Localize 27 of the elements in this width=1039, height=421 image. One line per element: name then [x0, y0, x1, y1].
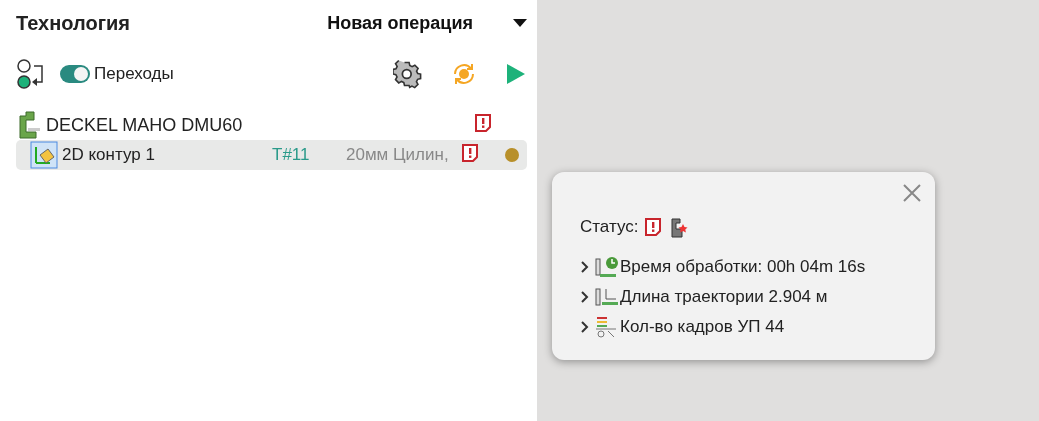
clock-chart-icon — [594, 256, 620, 278]
caret-icon — [513, 19, 527, 27]
stat-text: Длина траектории 2.904 м — [620, 287, 828, 307]
tool-description: 20мм Цилин, — [346, 145, 449, 165]
operation-row[interactable]: 2D контур 1 T#11 20мм Цилин, — [16, 140, 527, 170]
transitions-toggle[interactable]: Переходы — [60, 64, 174, 84]
close-icon[interactable] — [903, 184, 921, 202]
operation-label: 2D контур 1 — [62, 145, 156, 165]
chevron-right-icon[interactable] — [580, 261, 590, 273]
machine-label: DECKEL MAHO DMU60 — [46, 114, 243, 136]
contour-operation-icon — [30, 141, 58, 169]
stat-text: Кол-во кадров УП 44 — [620, 317, 785, 337]
tool-number: T#11 — [272, 145, 311, 165]
machine-icon — [16, 110, 42, 140]
panel-title: Технология — [16, 11, 130, 35]
chevron-right-icon[interactable] — [580, 321, 590, 333]
path-length-icon — [594, 286, 620, 308]
settings-icon[interactable] — [393, 59, 423, 89]
warning-icon — [644, 217, 663, 237]
transitions-icon[interactable] — [16, 58, 46, 90]
chevron-right-icon[interactable] — [580, 291, 590, 303]
warning-icon — [460, 143, 479, 163]
warning-icon — [474, 113, 492, 133]
play-icon[interactable] — [505, 62, 527, 86]
status-label: Статус: — [580, 217, 639, 237]
operation-dropdown[interactable]: Новая операция — [327, 12, 527, 34]
stat-text: Время обработки: 00h 04m 16s — [620, 257, 866, 277]
